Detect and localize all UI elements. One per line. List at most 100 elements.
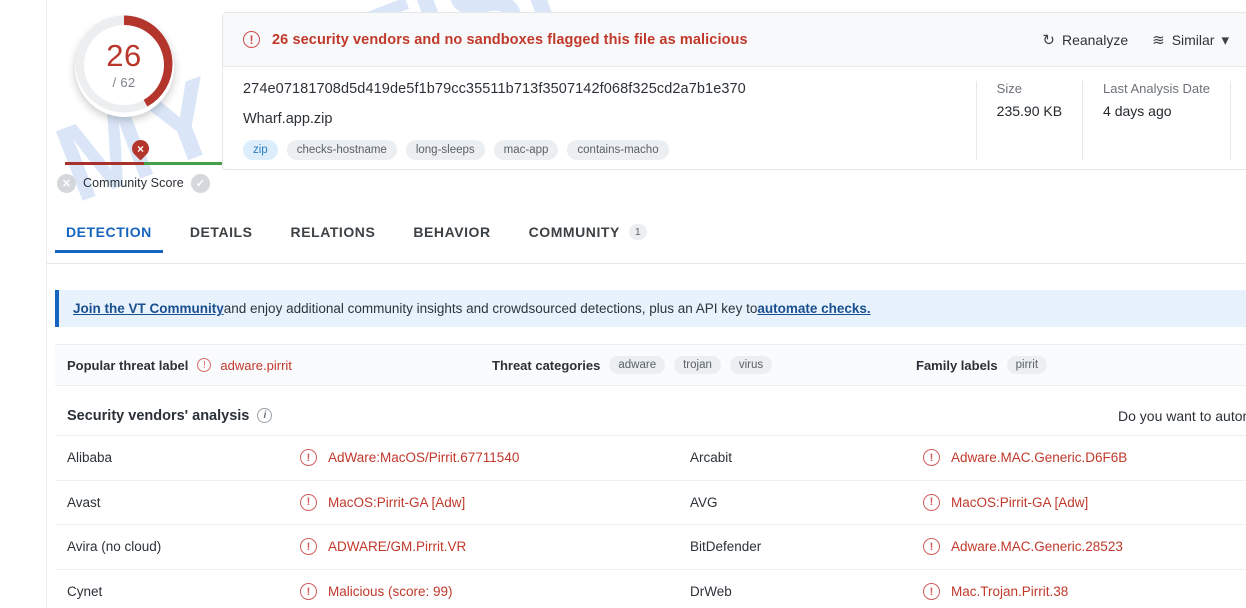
popular-threat-label-value[interactable]: adware.pirrit <box>220 358 292 373</box>
file-size-label: Size <box>996 81 1022 96</box>
reanalyze-button[interactable]: ↻ Reanalyze <box>1042 31 1128 49</box>
file-name: Wharf.app.zip <box>243 111 333 127</box>
vendor-result: ! Adware.MAC.Generic.28523 <box>923 538 1123 556</box>
security-vendors-table: Alibaba ! AdWare:MacOS/Pirrit.67711540 A… <box>55 436 1246 608</box>
vendor-result: ! Malicious (score: 99) <box>300 583 453 601</box>
report-tabs: DETECTION DETAILS RELATIONS BEHAVIOR COM… <box>47 224 1246 264</box>
file-size-meta: Size 235.90 KB <box>975 81 1082 160</box>
exclamation-circle-icon: ! <box>197 358 212 372</box>
exclamation-circle-icon: ! <box>923 449 940 467</box>
vendor-name: Cynet <box>67 584 103 600</box>
tab-details[interactable]: DETAILS <box>171 224 272 253</box>
vendor-cell: Avira (no cloud) ! ADWARE/GM.Pirrit.VR <box>55 525 650 569</box>
vendor-result-text[interactable]: MacOS:Pirrit-GA [Adw] <box>328 495 465 510</box>
file-tag[interactable]: long-sleeps <box>405 140 485 160</box>
family-label-chip[interactable]: pirrit <box>1006 356 1048 374</box>
malicious-alert-bar: ! 26 security vendors and no sandboxes f… <box>223 13 1246 67</box>
vendor-result-text[interactable]: Mac.Trojan.Pirrit.38 <box>951 584 1068 599</box>
vendor-name: Avast <box>67 494 101 510</box>
vendor-cell: Avast ! MacOS:Pirrit-GA [Adw] <box>55 481 650 525</box>
file-card-body: 274e07181708d5d419de5f1b79cc35511b713f35… <box>223 67 1246 160</box>
vendor-result-text[interactable]: MacOS:Pirrit-GA [Adw] <box>951 495 1088 510</box>
file-tag[interactable]: checks-hostname <box>286 140 397 160</box>
community-score-bar <box>65 162 223 165</box>
check-circle-icon[interactable]: ✓ <box>190 173 210 193</box>
info-icon[interactable]: i <box>257 408 273 423</box>
exclamation-circle-icon: ! <box>300 493 317 511</box>
last-analysis-value: 4 days ago <box>1103 103 1172 119</box>
last-analysis-meta: Last Analysis Date 4 days ago <box>1082 81 1230 160</box>
x-circle-icon[interactable]: ✕ <box>57 173 76 193</box>
tab-label: COMMUNITY <box>528 224 620 240</box>
vendor-result: ! Adware.MAC.Generic.D6F6B <box>923 449 1127 467</box>
detection-ratio-donut: 26 / 62 <box>72 12 177 117</box>
security-vendors-title: Security vendors' analysis <box>67 407 250 424</box>
tab-detection[interactable]: DETECTION <box>47 224 171 253</box>
tab-label: RELATIONS <box>290 224 376 240</box>
vendor-result-text[interactable]: AdWare:MacOS/Pirrit.67711540 <box>328 450 519 465</box>
join-vt-community-link[interactable]: Join the VT Community <box>73 301 224 316</box>
file-identity: 274e07181708d5d419de5f1b79cc35511b713f35… <box>243 81 958 160</box>
file-tag[interactable]: mac-app <box>493 140 559 160</box>
vendor-result-text[interactable]: ADWARE/GM.Pirrit.VR <box>328 539 466 554</box>
tab-relations[interactable]: RELATIONS <box>272 224 395 253</box>
vendor-cell: AVG ! MacOS:Pirrit-GA [Adw] <box>650 481 1246 525</box>
refresh-icon: ↻ <box>1042 31 1055 49</box>
vendor-result: ! ADWARE/GM.Pirrit.VR <box>300 538 466 556</box>
threat-categories-group: Threat categories adware trojan virus <box>492 356 773 374</box>
table-row: Alibaba ! AdWare:MacOS/Pirrit.67711540 A… <box>55 436 1246 481</box>
file-hash: 274e07181708d5d419de5f1b79cc35511b713f35… <box>243 81 746 97</box>
threat-category-chip[interactable]: trojan <box>674 356 721 374</box>
banner-middle-text: and enjoy additional community insights … <box>223 301 758 316</box>
vendor-cell: Arcabit ! Adware.MAC.Generic.D6F6B <box>650 436 1246 480</box>
vendor-result: ! MacOS:Pirrit-GA [Adw] <box>923 493 1088 511</box>
vendor-name: DrWeb <box>690 584 732 600</box>
automate-checks-link[interactable]: automate checks. <box>757 301 870 316</box>
file-summary-card: ! 26 security vendors and no sandboxes f… <box>222 12 1246 170</box>
family-labels-group: Family labels pirrit <box>916 356 1048 374</box>
donut-center: 26 / 62 <box>84 25 164 105</box>
automation-prompt-text: Do you want to autom <box>1118 407 1246 424</box>
vendor-name: AVG <box>690 494 718 510</box>
community-score-bar-negative <box>65 162 144 165</box>
exclamation-circle-icon: ! <box>300 583 317 601</box>
family-labels-key: Family labels <box>916 357 998 373</box>
vendor-cell: Cynet ! Malicious (score: 99) <box>55 570 650 608</box>
vendor-result-text[interactable]: Adware.MAC.Generic.D6F6B <box>951 450 1127 465</box>
community-score-label: Community Score <box>83 176 184 190</box>
virustotal-file-report-page: MYANTISPYWARE.COM 26 / 62 ✕ Community Sc… <box>0 0 1246 608</box>
chevron-down-icon[interactable]: ▾ <box>1221 31 1229 49</box>
threat-categories-key: Threat categories <box>492 357 601 373</box>
vendor-result: ! MacOS:Pirrit-GA [Adw] <box>300 493 465 511</box>
file-tag[interactable]: contains-macho <box>567 140 669 160</box>
vendor-cell: DrWeb ! Mac.Trojan.Pirrit.38 <box>650 570 1246 608</box>
file-tag[interactable]: zip <box>243 140 278 160</box>
tab-behavior[interactable]: BEHAVIOR <box>394 224 509 253</box>
vendor-result: ! AdWare:MacOS/Pirrit.67711540 <box>300 449 519 467</box>
table-row: Avira (no cloud) ! ADWARE/GM.Pirrit.VR B… <box>55 525 1246 570</box>
exclamation-circle-icon: ! <box>923 493 940 511</box>
vendor-name: Avira (no cloud) <box>67 539 162 555</box>
vendor-name: BitDefender <box>690 539 762 555</box>
community-score-bar-positive <box>144 162 223 165</box>
exclamation-circle-icon: ! <box>243 31 260 48</box>
card-actions: ↻ Reanalyze ≋ Similar ▾ <box>1042 31 1231 49</box>
security-vendors-title-group: Security vendors' analysis i <box>67 407 273 424</box>
tab-community[interactable]: COMMUNITY 1 <box>510 224 666 253</box>
vendor-result-text[interactable]: Malicious (score: 99) <box>328 584 453 599</box>
detection-count: 26 <box>106 38 142 73</box>
tab-community-badge: 1 <box>628 224 647 240</box>
threat-category-chip[interactable]: adware <box>609 356 666 374</box>
similar-button[interactable]: ≋ Similar ▾ <box>1152 31 1229 49</box>
tab-label: DETAILS <box>189 224 253 240</box>
vendor-result-text[interactable]: Adware.MAC.Generic.28523 <box>951 539 1123 554</box>
threat-category-chip[interactable]: virus <box>729 356 773 374</box>
vendor-cell: Alibaba ! AdWare:MacOS/Pirrit.67711540 <box>55 436 650 480</box>
tab-label: DETECTION <box>66 224 152 240</box>
exclamation-circle-icon: ! <box>923 583 940 601</box>
community-score-row: ✕ Community Score ✓ <box>57 172 252 194</box>
reanalyze-label: Reanalyze <box>1061 31 1129 48</box>
file-meta: Size 235.90 KB Last Analysis Date 4 days… <box>958 81 1231 160</box>
join-community-banner: Join the VT Community and enjoy addition… <box>55 290 1246 327</box>
file-size-value: 235.90 KB <box>996 103 1063 119</box>
